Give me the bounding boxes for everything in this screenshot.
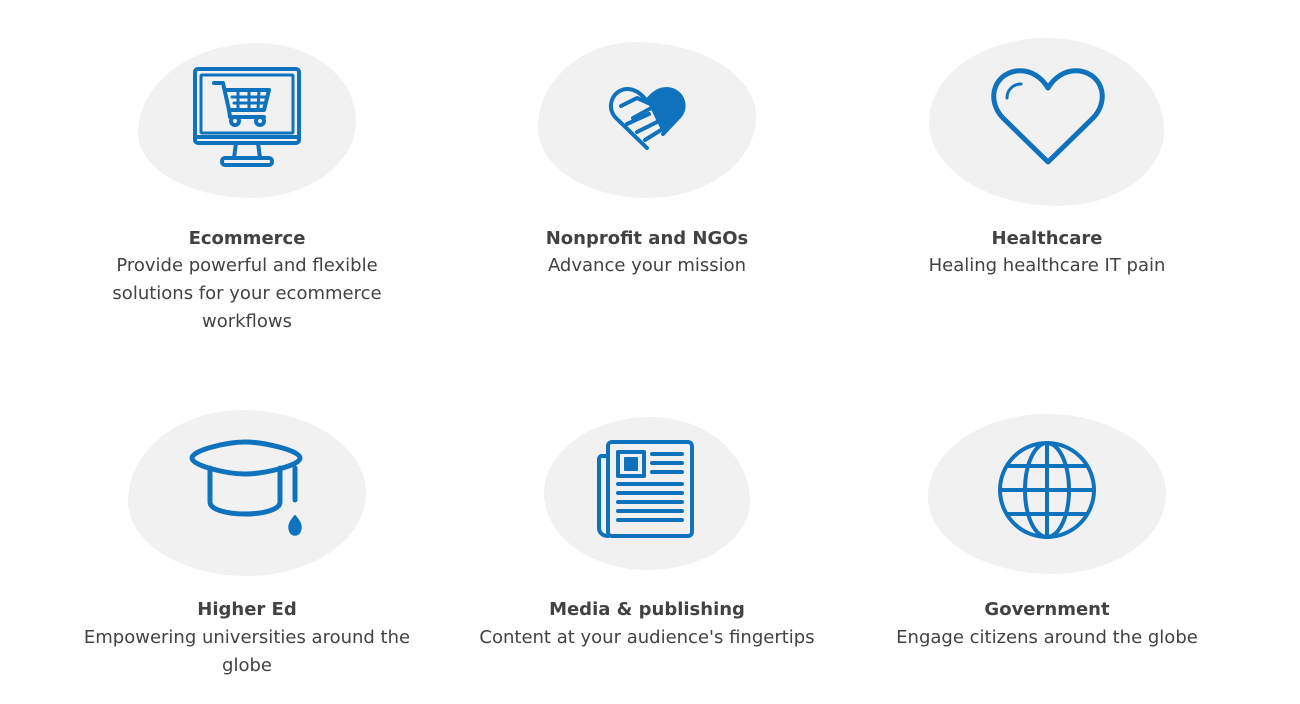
industry-description: Provide powerful and flexible solutions … [112,255,382,332]
graduation-cap-icon [188,438,306,542]
industry-title: Healthcare [991,228,1103,249]
industry-title: Higher Ed [197,599,297,620]
industry-card-ecommerce[interactable]: Ecommerce Provide powerful and flexible … [47,0,447,332]
industry-card-higher-ed[interactable]: Higher Ed Empowering universities around… [47,370,447,700]
industry-card-healthcare[interactable]: Healthcare Healing healthcare IT pain [847,0,1247,330]
industry-card-media[interactable]: Media & publishing Content at your audie… [447,370,847,700]
globe-icon [996,439,1098,541]
newspaper-icon [596,438,696,540]
industry-card-government[interactable]: Government Engage citizens around the gl… [847,370,1247,700]
industry-card-nonprofit[interactable]: Nonprofit and NGOs Advance your mission [447,0,847,330]
industry-description: Engage citizens around the globe [896,627,1198,648]
shopping-cart-monitor-icon [192,66,302,170]
handshake-heart-icon [607,84,687,152]
industry-description: Advance your mission [547,255,747,276]
industry-description: Empowering universities around the globe [83,627,411,676]
industry-title: Nonprofit and NGOs [545,228,749,249]
industry-title: Government [984,599,1110,620]
heart-icon [989,66,1107,168]
industry-description: Content at your audience's fingertips [479,627,815,648]
industry-title: Ecommerce [188,228,306,249]
industry-title: Media & publishing [549,599,745,620]
industry-description: Healing healthcare IT pain [928,255,1166,276]
